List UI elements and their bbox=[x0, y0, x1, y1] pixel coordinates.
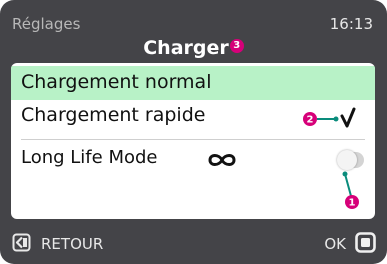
header: Réglages 16:13 Charger 3 bbox=[0, 0, 387, 62]
toggle-knob bbox=[337, 150, 357, 170]
divider bbox=[21, 139, 365, 140]
footer: RETOUR OK bbox=[0, 222, 387, 264]
callout-1: 1 bbox=[341, 171, 365, 217]
callout-badge-2-number: 2 bbox=[307, 115, 314, 126]
option-chargement-rapide[interactable]: Chargement rapide 2 bbox=[11, 101, 375, 135]
breadcrumb: Réglages bbox=[12, 15, 81, 33]
callout-leader-dot bbox=[333, 116, 339, 122]
back-label: RETOUR bbox=[41, 235, 104, 253]
clock: 16:13 bbox=[329, 15, 373, 33]
back-button[interactable]: RETOUR bbox=[12, 233, 104, 256]
options-list: Chargement normal Chargement rapide 2 Lo… bbox=[11, 63, 375, 219]
option-chargement-normal[interactable]: Chargement normal bbox=[11, 66, 375, 100]
selected-indicator-graphic: 2 bbox=[303, 107, 356, 128]
ok-square-icon bbox=[355, 231, 376, 257]
infinity-icon bbox=[207, 152, 237, 172]
option-long-life-mode[interactable]: Long Life Mode 1 bbox=[11, 143, 375, 213]
option-label: Long Life Mode bbox=[21, 147, 158, 168]
callout-badge-3: 3 bbox=[229, 39, 244, 53]
ok-label: OK bbox=[324, 235, 346, 253]
ok-button[interactable]: OK bbox=[324, 231, 376, 257]
long-life-toggle[interactable] bbox=[337, 150, 364, 170]
option-label: Chargement normal bbox=[21, 71, 212, 93]
back-icon bbox=[12, 233, 31, 256]
checkmark-icon bbox=[340, 107, 356, 128]
callout-badge-1-number: 1 bbox=[349, 198, 356, 209]
option-label: Chargement rapide bbox=[21, 104, 206, 126]
page-title: Charger bbox=[143, 37, 229, 59]
title-wrap: Charger 3 bbox=[0, 37, 387, 59]
device-screen: Réglages 16:13 Charger 3 Chargement norma… bbox=[0, 0, 387, 264]
selected-indicator: 2 bbox=[303, 107, 361, 129]
